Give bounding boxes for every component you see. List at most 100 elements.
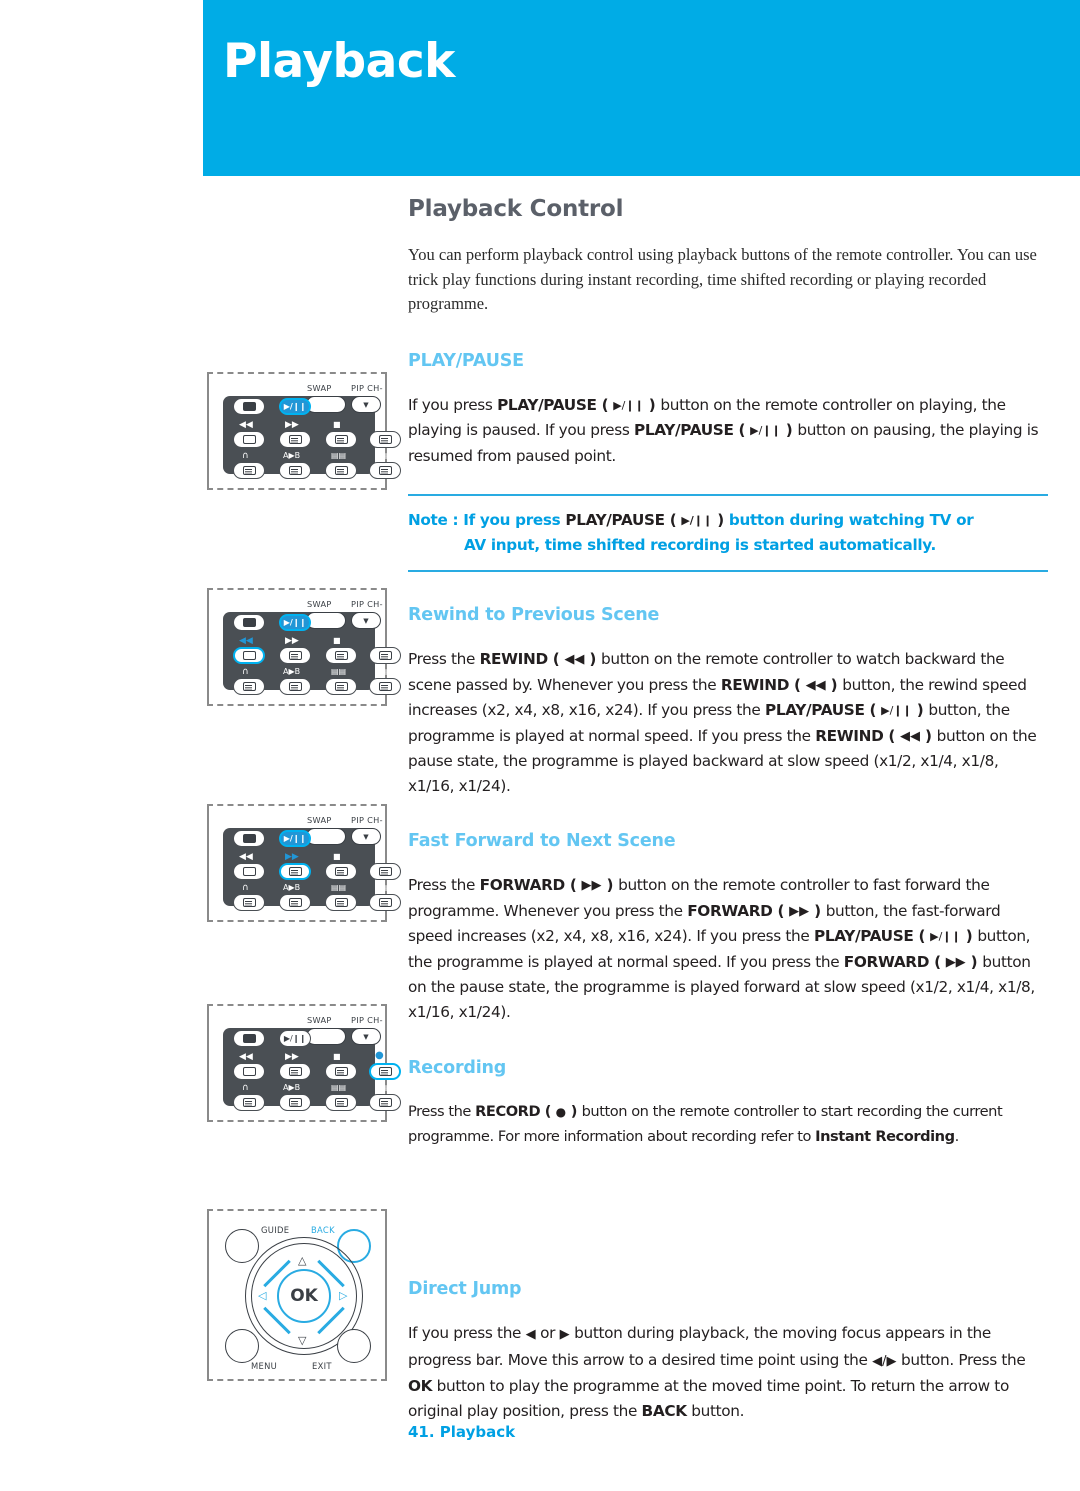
screen-icon bbox=[242, 618, 256, 627]
remote-button-r2c1[interactable] bbox=[233, 863, 265, 880]
swap-button[interactable] bbox=[306, 828, 346, 845]
nav-up-arrow[interactable]: △ bbox=[298, 1255, 306, 1266]
rw-po1: ( bbox=[547, 650, 565, 668]
pencil-screen-icon bbox=[242, 435, 256, 444]
dj-t4: button. Press the bbox=[896, 1350, 1026, 1369]
swap-button[interactable] bbox=[306, 396, 346, 413]
remote-button-r2c1[interactable] bbox=[233, 431, 265, 448]
ff-b3: PLAY/PAUSE bbox=[813, 927, 914, 945]
remote-button-menu[interactable] bbox=[233, 614, 265, 631]
remote-button-r2c3[interactable] bbox=[325, 863, 357, 880]
record-icon: ● bbox=[555, 1105, 567, 1119]
remote-button-r2c3[interactable] bbox=[325, 647, 357, 664]
remote-button-r3c3[interactable] bbox=[325, 462, 357, 479]
ok-button[interactable]: OK bbox=[277, 1269, 331, 1323]
page-section-title: Playback Control bbox=[408, 196, 624, 222]
pp-po2: ( bbox=[733, 421, 751, 439]
nav-right-arrow[interactable]: ▷ bbox=[339, 1290, 347, 1301]
remote-button-record[interactable] bbox=[369, 1063, 401, 1080]
remote-button-r3c2[interactable] bbox=[279, 1094, 311, 1111]
remote-button-r3c1[interactable] bbox=[233, 678, 265, 695]
remote-button-playpause[interactable]: ▶/❙❙ bbox=[279, 830, 311, 847]
remote-button-r3c3[interactable] bbox=[325, 894, 357, 911]
rec-b1: RECORD bbox=[475, 1103, 541, 1120]
swap-button[interactable] bbox=[306, 612, 346, 629]
remote-button-r2c4[interactable] bbox=[369, 647, 401, 664]
remote-button-r3c4[interactable] bbox=[369, 894, 401, 911]
guide-button[interactable] bbox=[225, 1229, 259, 1263]
remote-button-forward[interactable] bbox=[279, 863, 311, 880]
screen-icon bbox=[242, 834, 256, 843]
remote-button-playpause[interactable]: ▶/❙❙ bbox=[279, 614, 311, 631]
rw-pc1: ) bbox=[584, 650, 601, 668]
remote-button-r3c4[interactable] bbox=[369, 462, 401, 479]
record-icon: ● bbox=[375, 418, 384, 429]
remote-button-rewind[interactable] bbox=[233, 647, 265, 664]
book-icon: ▤▤ bbox=[331, 1083, 347, 1092]
remote-button-r3c1[interactable] bbox=[233, 1094, 265, 1111]
dj-t6: button. bbox=[686, 1401, 745, 1420]
remote-diagram-record: SWAP PIP CH- ▼ ▶/❙❙ ◀◀ ▶▶ ■ ● ∩ A▶B ▤▤ ⇥… bbox=[207, 1004, 401, 1122]
rec-pc: ) bbox=[566, 1103, 582, 1120]
remote-button-r3c2[interactable] bbox=[279, 462, 311, 479]
menu-button[interactable] bbox=[225, 1329, 259, 1363]
remote-button-r2c2[interactable] bbox=[279, 647, 311, 664]
play-pause-icon: ▶/❙❙ bbox=[283, 833, 307, 843]
ff-pc1: ) bbox=[601, 876, 619, 894]
nav-left-arrow[interactable]: ◁ bbox=[258, 1290, 266, 1301]
remote-button-r2c2[interactable] bbox=[279, 1063, 311, 1080]
pip-ch-button[interactable]: ▼ bbox=[351, 612, 381, 629]
remote-button-r3c1[interactable] bbox=[233, 894, 265, 911]
pencil-screen-icon bbox=[242, 1067, 256, 1076]
page-title: Playback bbox=[223, 34, 455, 89]
remote-button-menu[interactable] bbox=[233, 398, 265, 415]
remote-diagram-playpause: SWAP PIP CH- ▼ ▶/❙❙ ◀◀ ▶▶ ■ ● ∩ A▶B ▤▤ ⇥… bbox=[207, 372, 401, 490]
page-footer: 41. Playback bbox=[408, 1423, 516, 1441]
list-m-icon bbox=[242, 898, 256, 907]
remote-button-playpause[interactable]: ▶/❙❙ bbox=[279, 398, 311, 415]
rw-t1: Press the bbox=[408, 650, 480, 668]
rec-b2: Instant Recording bbox=[815, 1127, 955, 1145]
pip-ch-button[interactable]: ▼ bbox=[351, 396, 381, 413]
list-o-icon bbox=[378, 466, 392, 475]
remote-button-r3c3[interactable] bbox=[325, 678, 357, 695]
pip-ch-button[interactable]: ▼ bbox=[351, 828, 381, 845]
swap-button[interactable] bbox=[306, 1028, 346, 1045]
pip-ch-button[interactable]: ▼ bbox=[351, 1028, 381, 1045]
remote-button-r2c3[interactable] bbox=[325, 1063, 357, 1080]
rw-po3: ( bbox=[864, 701, 882, 719]
remote-button-menu[interactable] bbox=[233, 1030, 265, 1047]
remote-button-r2c4[interactable] bbox=[369, 863, 401, 880]
remote-button-r3c2[interactable] bbox=[279, 678, 311, 695]
remote-button-r3c4[interactable] bbox=[369, 678, 401, 695]
rw-b2: REWIND bbox=[720, 675, 790, 694]
play-pause-icon: ▶/❙❙ bbox=[681, 514, 713, 527]
subtitle-icon: ⇥▤ bbox=[375, 1083, 390, 1092]
remote-button-r2c4[interactable] bbox=[369, 431, 401, 448]
book-icon: ▤▤ bbox=[331, 667, 347, 676]
ff-pc4: ) bbox=[965, 952, 983, 971]
remote-button-r2c1[interactable] bbox=[233, 1063, 265, 1080]
remote-button-r3c3[interactable] bbox=[325, 1094, 357, 1111]
remote-button-menu[interactable] bbox=[233, 830, 265, 847]
exit-button[interactable] bbox=[337, 1329, 371, 1363]
note-tail: button during watching TV or bbox=[728, 511, 974, 529]
remote-button-r3c2[interactable] bbox=[279, 894, 311, 911]
info-list-icon bbox=[288, 1067, 302, 1076]
nav-down-arrow[interactable]: ▽ bbox=[298, 1335, 306, 1346]
remote-button-playpause[interactable]: ▶/❙❙ bbox=[279, 1030, 311, 1047]
play-pause-icon: ▶/❙❙ bbox=[613, 398, 644, 412]
remote-button-r3c4[interactable] bbox=[369, 1094, 401, 1111]
ff-b2: FORWARD bbox=[687, 901, 773, 920]
rw-b1: REWIND bbox=[479, 650, 549, 668]
forward-icon: ▶▶ bbox=[285, 852, 299, 862]
headphone-icon: ∩ bbox=[242, 451, 249, 461]
remote-button-r2c2[interactable] bbox=[279, 431, 311, 448]
remote-button-r3c1[interactable] bbox=[233, 462, 265, 479]
pencil-screen-icon bbox=[242, 651, 256, 660]
remote-button-r2c3[interactable] bbox=[325, 431, 357, 448]
pp-pc1: ) bbox=[643, 395, 661, 414]
delete-list-icon bbox=[334, 651, 348, 660]
headphone-icon: ∩ bbox=[242, 667, 249, 677]
paragraph-play-pause: If you press PLAY/PAUSE ( ▶/❙❙ ) button … bbox=[408, 393, 1048, 469]
